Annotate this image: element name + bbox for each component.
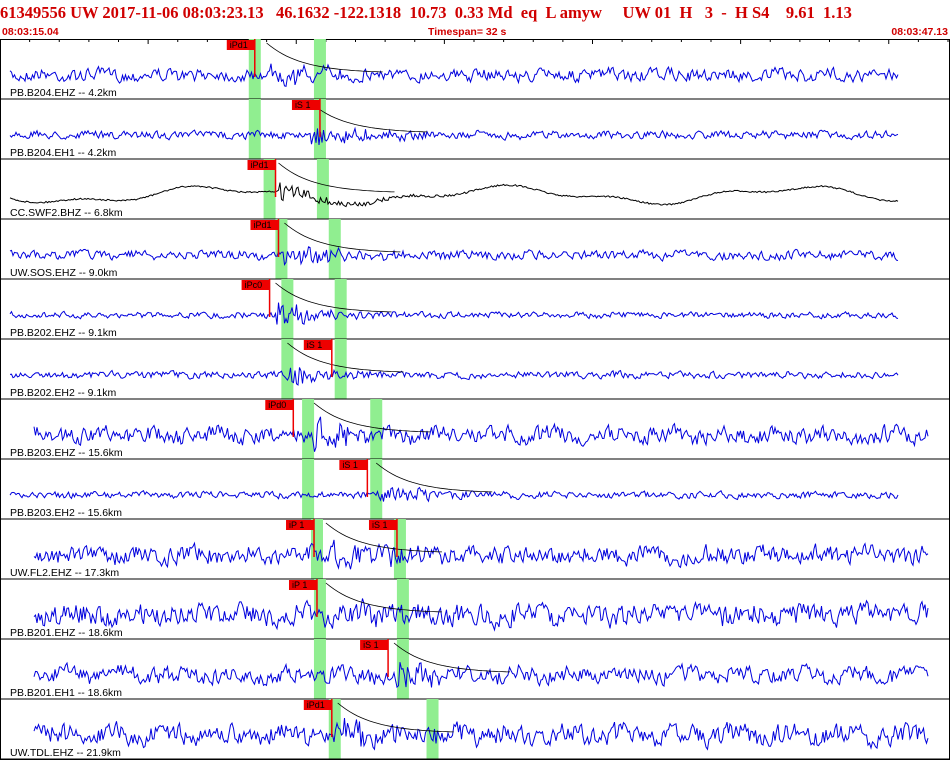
trace-panel: iS 1 PB.B202.EH2 -- 9.1km — [0, 339, 950, 400]
pick-label: iS 1 — [342, 460, 358, 470]
waveform — [33, 718, 929, 751]
s-window — [426, 699, 439, 759]
coda-curve — [284, 222, 401, 253]
p-window — [281, 339, 294, 399]
start-time: 08:03:15.04 — [2, 26, 59, 38]
pick-label: iPd1 — [307, 700, 325, 710]
station-label: PB.B203.EHZ -- 15.6km — [10, 447, 123, 459]
p-window — [302, 399, 315, 459]
coda-curve — [375, 462, 493, 493]
trace-panel: iS 1 PB.B203.EH2 -- 15.6km — [0, 459, 950, 520]
station-label: UW.FL2.EHZ -- 17.3km — [10, 567, 119, 579]
waveform — [33, 661, 929, 689]
time-row: 08:03:15.04 Timespan= 32 s 08:03:47.13 — [0, 25, 950, 39]
pick-label: iPd1 — [230, 40, 248, 50]
timespan-label: Timespan= 32 s — [428, 26, 507, 38]
trace-panel: iPd1 PB.B204.EHZ -- 4.2km — [0, 39, 950, 100]
trace-panel: iS 1 PB.B204.EH1 -- 4.2km — [0, 99, 950, 160]
pick-label: iS 1 — [372, 520, 388, 530]
station-label: PB.B204.EH1 -- 4.2km — [10, 147, 116, 159]
coda-curve — [310, 102, 428, 133]
s-window — [316, 159, 329, 219]
station-label: UW.TDL.EHZ -- 21.9km — [10, 747, 121, 759]
trace-panel: iP 1 PB.B201.EHZ -- 18.6km — [0, 579, 950, 640]
trace-panel: iPd1 UW.SOS.EHZ -- 9.0km — [0, 219, 950, 280]
pick-label: iS 1 — [307, 340, 323, 350]
station-label: UW.SOS.EHZ -- 9.0km — [10, 267, 118, 279]
waveform — [33, 416, 929, 452]
s-window — [334, 339, 347, 399]
pick-label: iPc0 — [245, 280, 263, 290]
s-window — [370, 399, 383, 459]
s-window — [313, 39, 326, 99]
trace-panel: iPc0 PB.B202.EHZ -- 9.1km — [0, 279, 950, 340]
station-label: CC.SWF2.BHZ -- 6.8km — [10, 207, 123, 219]
station-label: PB.B202.EH2 -- 9.1km — [10, 387, 116, 399]
seismogram-panel: iPd1 PB.B204.EHZ -- 4.2km iS 1 PB.B204.EH1 … — [0, 39, 950, 760]
pick-label: iP 1 — [292, 580, 307, 590]
pick-label: iP 1 — [289, 520, 304, 530]
waveform — [33, 598, 929, 632]
coda-curve — [278, 162, 395, 193]
station-label: PB.B204.EHZ -- 4.2km — [10, 87, 117, 99]
pick-label: iS 1 — [295, 100, 311, 110]
pick-label: iS 1 — [363, 640, 379, 650]
p-window — [248, 99, 261, 159]
station-label: PB.B201.EH1 -- 18.6km — [10, 687, 122, 699]
end-time: 08:03:47.13 — [891, 26, 948, 38]
pick-label: iPd1 — [253, 220, 271, 230]
station-label: PB.B203.EH2 -- 15.6km — [10, 507, 122, 519]
pick-label: iPd0 — [268, 400, 286, 410]
station-label: PB.B201.EHZ -- 18.6km — [10, 627, 123, 639]
waveform — [9, 367, 899, 386]
p-window — [313, 639, 326, 699]
coda-curve — [393, 642, 511, 673]
waveform — [9, 63, 899, 88]
event-header: 61349556 UW 2017-11-06 08:03:23.13 46.16… — [0, 3, 852, 22]
pick-label: iPd1 — [251, 160, 269, 170]
p-window — [302, 459, 315, 519]
trace-panel: iPd1 UW.TDL.EHZ -- 21.9km — [0, 699, 950, 760]
trace-panel: iP 1 iS 1 UW.FL2.EHZ -- 17.3km — [0, 519, 950, 580]
waveform — [9, 182, 899, 208]
waveform — [9, 126, 899, 145]
s-window — [370, 459, 383, 519]
waveform — [33, 539, 929, 570]
trace-panel: iS 1 PB.B201.EH1 -- 18.6km — [0, 639, 950, 700]
station-label: PB.B202.EHZ -- 9.1km — [10, 327, 117, 339]
trace-panel: iPd0 PB.B203.EHZ -- 15.6km — [0, 399, 950, 460]
waveform — [9, 302, 899, 325]
waveform — [9, 246, 899, 267]
trace-panel: iPd1 CC.SWF2.BHZ -- 6.8km — [0, 159, 950, 220]
